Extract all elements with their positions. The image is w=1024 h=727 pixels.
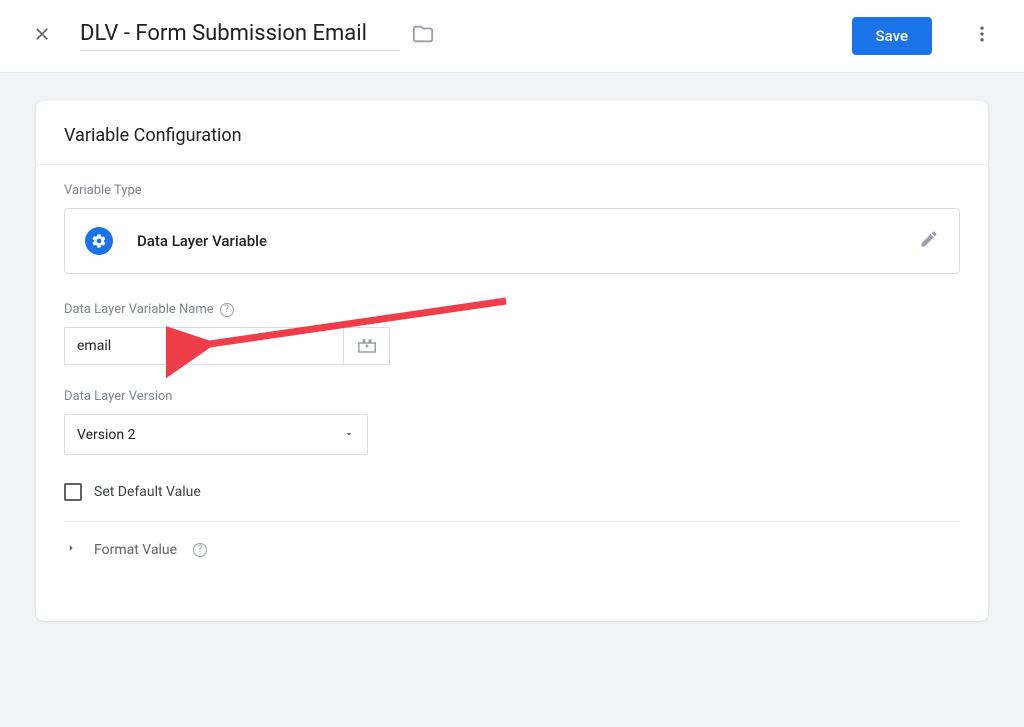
folder-icon[interactable]: [412, 23, 434, 49]
dlv-version-value: Version 2: [77, 427, 135, 443]
dlv-name-input[interactable]: [64, 327, 344, 365]
format-value-label: Format Value: [94, 542, 177, 558]
canvas-area: Variable Configuration Variable Type Dat…: [0, 73, 1024, 727]
dlv-version-label: Data Layer Version: [64, 389, 960, 404]
chevron-right-icon: [64, 540, 78, 559]
variable-type-row[interactable]: Data Layer Variable: [64, 208, 960, 274]
dlv-name-input-row: [64, 327, 960, 365]
card-title: Variable Configuration: [36, 101, 988, 165]
set-default-label: Set Default Value: [94, 484, 201, 500]
gear-icon: [85, 227, 113, 255]
chevron-down-icon: [343, 425, 355, 444]
variable-type-name: Data Layer Variable: [137, 232, 267, 250]
format-value-row[interactable]: Format Value ?: [64, 536, 960, 563]
dlv-name-label: Data Layer Variable Name ?: [64, 302, 960, 317]
dlv-name-label-text: Data Layer Variable Name: [64, 302, 214, 317]
variable-type-label: Variable Type: [64, 183, 960, 198]
save-button[interactable]: Save: [852, 17, 932, 55]
dlv-version-select[interactable]: Version 2: [64, 414, 368, 455]
help-icon[interactable]: ?: [220, 303, 234, 317]
edit-icon[interactable]: [919, 229, 939, 253]
close-icon[interactable]: [32, 24, 52, 48]
help-icon[interactable]: ?: [193, 543, 207, 557]
variable-picker-icon[interactable]: [344, 327, 390, 365]
title-wrap: [80, 21, 434, 51]
overflow-menu-icon[interactable]: [964, 16, 1000, 56]
divider: [64, 521, 960, 522]
app-header: Save: [0, 0, 1024, 73]
variable-title-input[interactable]: [80, 21, 400, 51]
set-default-checkbox[interactable]: Set Default Value: [64, 483, 960, 501]
config-card: Variable Configuration Variable Type Dat…: [36, 101, 988, 621]
checkbox-icon: [64, 483, 82, 501]
